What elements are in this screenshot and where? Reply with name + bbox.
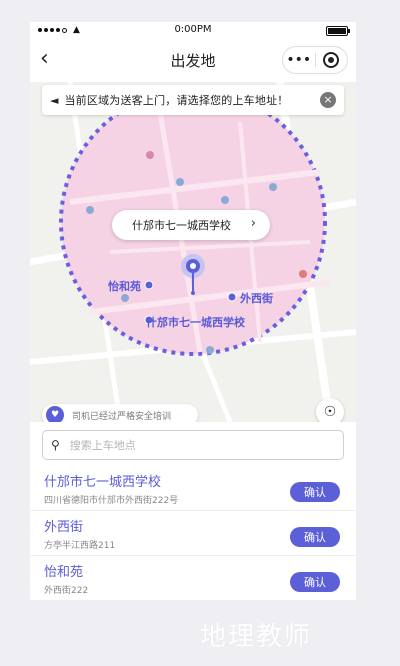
- map-canvas: [30, 82, 356, 422]
- status-time: 0:00PM: [174, 24, 212, 35]
- search-input[interactable]: [67, 437, 312, 453]
- phone-screen: ▲ 0:00PM ‹ 出发地 ••• ◄ 当前区域为送客上门，请选择您的上车地址…: [30, 22, 356, 600]
- marker-waixi[interactable]: [227, 292, 237, 302]
- miniprogram-capsule: •••: [282, 46, 348, 74]
- safety-text: 司机已经过严格安全培训: [72, 411, 172, 422]
- safety-badge: ♥ 司机已经过严格安全培训: [42, 404, 198, 422]
- confirm-button[interactable]: 确认: [290, 482, 340, 502]
- place-name: 什邡市七一城西学校: [44, 475, 162, 490]
- place-address: 四川省德阳市什邡市外西街222号: [44, 496, 179, 506]
- search-box[interactable]: ⚲: [42, 430, 344, 460]
- confirm-button[interactable]: 确认: [290, 527, 340, 547]
- list-item[interactable]: 怡和苑 外西街222 确认: [30, 556, 356, 600]
- close-notice-icon[interactable]: ×: [320, 92, 336, 108]
- marker-yihe[interactable]: [144, 280, 154, 290]
- watermark-text: 地理教师: [200, 622, 313, 652]
- locate-icon[interactable]: ☉: [316, 398, 344, 422]
- map-label-waixi[interactable]: 外西街: [240, 290, 273, 306]
- nav-bar: ‹ 出发地 •••: [30, 38, 356, 82]
- shield-icon: ♥: [46, 406, 64, 422]
- more-icon[interactable]: •••: [283, 52, 315, 68]
- confirm-button[interactable]: 确认: [290, 572, 340, 592]
- list-item[interactable]: 外西街 方亭半江西路211 确认: [30, 511, 356, 556]
- search-icon: ⚲: [51, 438, 60, 452]
- place-list: 什邡市七一城西学校 四川省德阳市什邡市外西街222号 确认 外西街 方亭半江西路…: [30, 466, 356, 600]
- pickup-popup[interactable]: 什邡市七一城西学校 ›: [112, 210, 270, 240]
- map-label-yihe[interactable]: 怡和苑: [108, 278, 141, 294]
- map-view[interactable]: ◄ 当前区域为送客上门，请选择您的上车地址！ × 什邡市七一城西学校 › 怡和苑…: [30, 82, 356, 422]
- close-target-icon[interactable]: [316, 50, 348, 70]
- place-name: 外西街: [44, 520, 84, 535]
- chevron-right-icon: ›: [250, 216, 256, 231]
- status-bar: ▲ 0:00PM: [30, 22, 356, 38]
- list-item[interactable]: 什邡市七一城西学校 四川省德阳市什邡市外西街222号 确认: [30, 466, 356, 511]
- battery-icon: [326, 26, 350, 36]
- map-label-school[interactable]: 什邡市七一城西学校: [146, 314, 245, 330]
- popup-place-name: 什邡市七一城西学校: [132, 219, 231, 232]
- notice-text: 当前区域为送客上门，请选择您的上车地址！: [64, 94, 289, 107]
- speaker-icon: ◄: [50, 93, 59, 107]
- place-address: 方亭半江西路211: [44, 541, 116, 551]
- place-address: 外西街222: [44, 586, 89, 596]
- place-name: 怡和苑: [44, 565, 84, 580]
- notice-banner: ◄ 当前区域为送客上门，请选择您的上车地址！ ×: [42, 85, 344, 115]
